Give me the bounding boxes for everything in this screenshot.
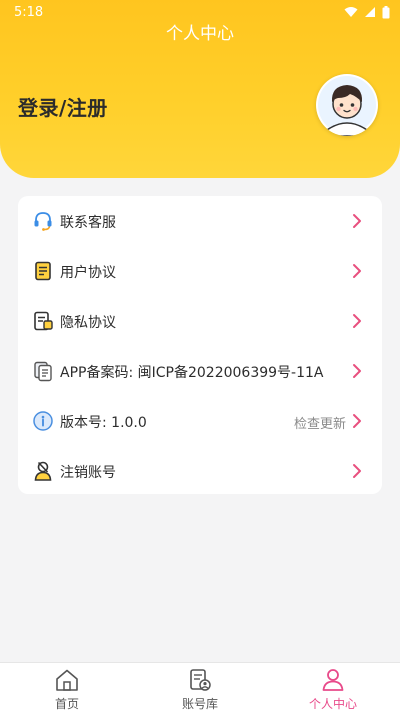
account-library-icon <box>190 669 211 691</box>
headset-icon <box>34 212 52 231</box>
menu-item-label: 隐私协议 <box>60 315 116 331</box>
chevron-right-icon <box>353 314 361 328</box>
boy-avatar-icon <box>318 76 376 136</box>
profile-header: 5:18 个人中心 登录/注册 <box>0 0 400 178</box>
chevron-right-icon <box>353 414 361 428</box>
tab-label: 账号库 <box>181 697 218 711</box>
signal-icon <box>365 7 375 17</box>
privacy-document-icon <box>34 311 53 331</box>
check-update-link[interactable]: 检查更新 <box>294 413 346 432</box>
menu-item-user-agreement[interactable]: 用户协议 <box>18 246 382 296</box>
status-bar: 5:18 <box>0 0 400 24</box>
user-cancel-icon <box>34 461 52 481</box>
home-icon <box>56 669 78 691</box>
chevron-right-icon <box>353 264 361 278</box>
person-icon <box>322 669 344 691</box>
menu-item-label: 联系客服 <box>60 215 116 231</box>
menu-item-label: 用户协议 <box>60 265 116 281</box>
document-icon <box>35 261 51 281</box>
login-register-link[interactable]: 登录/注册 <box>18 92 108 121</box>
info-icon <box>33 411 53 431</box>
menu-item-delete-account[interactable]: 注销账号 <box>18 446 382 496</box>
chevron-right-icon <box>353 214 361 228</box>
menu-item-version[interactable]: 版本号: 1.0.0 检查更新 <box>18 396 382 446</box>
tab-home[interactable]: 首页 <box>0 663 134 712</box>
menu-item-icp-record[interactable]: APP备案码: 闽ICP备2022006399号-11A <box>18 346 382 396</box>
avatar[interactable] <box>316 74 378 136</box>
wifi-icon <box>344 7 358 17</box>
copy-document-icon <box>34 361 52 382</box>
tab-profile[interactable]: 个人中心 <box>266 663 400 712</box>
menu-item-label: 版本号: 1.0.0 <box>60 415 147 431</box>
chevron-right-icon <box>353 464 361 478</box>
menu-item-privacy-policy[interactable]: 隐私协议 <box>18 296 382 346</box>
menu-item-label: 注销账号 <box>60 465 116 481</box>
tab-label: 首页 <box>54 697 79 711</box>
menu-item-customer-service[interactable]: 联系客服 <box>18 196 382 246</box>
chevron-right-icon <box>353 364 361 378</box>
tab-label: 个人中心 <box>308 697 357 711</box>
status-time: 5:18 <box>14 4 44 20</box>
page-title: 个人中心 <box>166 24 234 44</box>
bottom-tab-bar: 首页 账号库 个人中心 <box>0 662 400 712</box>
tab-account-library[interactable]: 账号库 <box>133 663 267 712</box>
menu-card: 联系客服 用户协议 隐私协议 APP备案码: 闽ICP备2022006399号-… <box>18 196 382 494</box>
battery-icon <box>382 5 390 18</box>
menu-item-label: APP备案码: 闽ICP备2022006399号-11A <box>60 365 324 381</box>
